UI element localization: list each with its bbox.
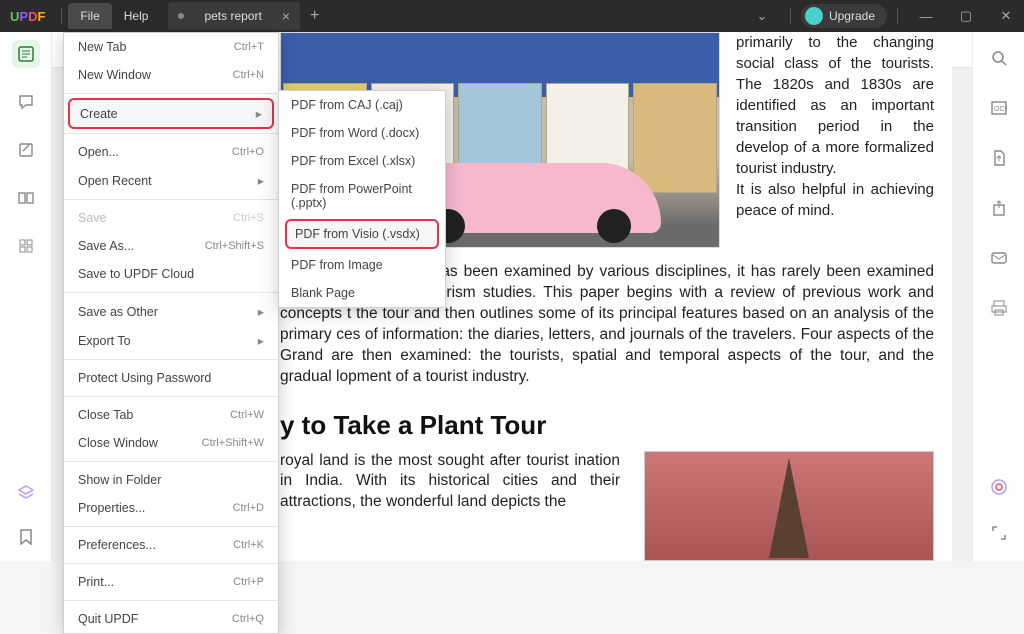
email-icon[interactable]	[985, 244, 1013, 272]
file-menu-item-close-tab[interactable]: Close TabCtrl+W	[64, 401, 278, 429]
create-submenu: PDF from CAJ (.caj)PDF from Word (.docx)…	[278, 90, 446, 308]
new-tab-button[interactable]: +	[310, 7, 319, 25]
file-menu-item-save[interactable]: SaveCtrl+S	[64, 204, 278, 232]
create-submenu-item-pdf-from-excel-xlsx-[interactable]: PDF from Excel (.xlsx)	[279, 147, 445, 175]
window-minimize-button[interactable]: —	[908, 9, 944, 24]
reader-mode-icon[interactable]	[12, 40, 40, 68]
tab-close-icon[interactable]: ×	[282, 8, 290, 24]
file-menu: New TabCtrl+TNew WindowCtrl+N Create▸ Open…	[63, 32, 279, 634]
doc-paragraph-2: royal land is the most sought after tour…	[280, 451, 620, 514]
share-icon[interactable]	[985, 194, 1013, 222]
right-sidebar: OCR	[972, 32, 1024, 561]
upgrade-label: Upgrade	[829, 9, 875, 23]
expand-icon[interactable]	[985, 519, 1013, 547]
file-menu-item-show-in-folder[interactable]: Show in Folder	[64, 466, 278, 494]
file-menu-item-save-to-updf-cloud[interactable]: Save to UPDF Cloud	[64, 260, 278, 288]
window-close-button[interactable]: ✕	[988, 8, 1024, 24]
comment-icon[interactable]	[12, 88, 40, 116]
window-maximize-button[interactable]: ▢	[948, 8, 984, 24]
document-image-eiffel	[644, 451, 934, 561]
doc-text-right2: It is also helpful in achieving peace of…	[736, 181, 934, 219]
file-menu-item-new-window[interactable]: New WindowCtrl+N	[64, 61, 278, 89]
menu-file[interactable]: File	[68, 3, 111, 29]
doc-text-right: primarily to the changing social class o…	[736, 34, 934, 177]
chevron-down-icon[interactable]: ⌄	[744, 8, 780, 24]
file-menu-item-print-[interactable]: Print...Ctrl+P	[64, 568, 278, 596]
create-submenu-item-pdf-from-word-docx-[interactable]: PDF from Word (.docx)	[279, 119, 445, 147]
menu-help[interactable]: Help	[112, 3, 161, 29]
file-menu-item-create[interactable]: Create▸	[68, 98, 274, 129]
file-menu-item-export-to[interactable]: Export To▸	[64, 326, 278, 355]
ocr-icon[interactable]: OCR	[985, 94, 1013, 122]
edit-icon[interactable]	[12, 136, 40, 164]
upgrade-button[interactable]: Upgrade	[801, 4, 887, 28]
doc-heading: y to Take a Plant Tour	[280, 410, 934, 441]
file-menu-item-new-tab[interactable]: New TabCtrl+T	[64, 33, 278, 61]
bookmark-icon[interactable]	[12, 523, 40, 551]
file-menu-item-protect-using-password[interactable]: Protect Using Password	[64, 364, 278, 392]
file-menu-item-save-as-other[interactable]: Save as Other▸	[64, 297, 278, 326]
print-icon[interactable]	[985, 294, 1013, 322]
updf-ai-icon[interactable]	[985, 473, 1013, 501]
tools-icon[interactable]	[12, 232, 40, 260]
file-menu-item-preferences-[interactable]: Preferences...Ctrl+K	[64, 531, 278, 559]
file-menu-item-save-as-[interactable]: Save As...Ctrl+Shift+S	[64, 232, 278, 260]
export-icon[interactable]	[985, 144, 1013, 172]
left-sidebar	[0, 32, 52, 561]
app-logo: UPDF	[10, 9, 45, 24]
file-menu-item-open-recent[interactable]: Open Recent▸	[64, 166, 278, 195]
svg-text:OCR: OCR	[994, 106, 1007, 113]
file-menu-item-quit-updf[interactable]: Quit UPDFCtrl+Q	[64, 605, 278, 633]
create-submenu-item-blank-page[interactable]: Blank Page	[279, 279, 445, 307]
create-submenu-item-pdf-from-powerpoint-pptx-[interactable]: PDF from PowerPoint (.pptx)	[279, 175, 445, 217]
document-tab[interactable]: pets report ×	[168, 2, 300, 30]
tab-unsaved-dot-icon	[178, 13, 184, 19]
create-submenu-item-pdf-from-visio-vsdx-[interactable]: PDF from Visio (.vsdx)	[285, 219, 439, 249]
avatar-icon	[805, 7, 823, 25]
organize-icon[interactable]	[12, 184, 40, 212]
search-icon[interactable]	[985, 44, 1013, 72]
file-menu-item-close-window[interactable]: Close WindowCtrl+Shift+W	[64, 429, 278, 457]
titlebar: UPDF File Help pets report × + ⌄ Upgrade…	[0, 0, 1024, 32]
tab-title: pets report	[204, 9, 261, 23]
create-submenu-item-pdf-from-caj-caj-[interactable]: PDF from CAJ (.caj)	[279, 91, 445, 119]
file-menu-item-properties-[interactable]: Properties...Ctrl+D	[64, 494, 278, 522]
file-menu-item-open-[interactable]: Open...Ctrl+O	[64, 138, 278, 166]
layers-icon[interactable]	[12, 479, 40, 507]
create-submenu-item-pdf-from-image[interactable]: PDF from Image	[279, 251, 445, 279]
